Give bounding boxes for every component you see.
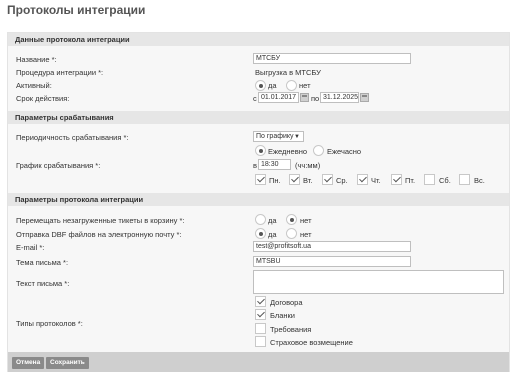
move-yes-label: да xyxy=(268,216,277,225)
procedure-label: Процедура интеграции *: xyxy=(16,68,104,77)
from-prefix: с xyxy=(253,94,257,103)
send-yes-radio[interactable] xyxy=(255,228,266,239)
type-checkbox-contracts[interactable] xyxy=(255,296,266,307)
type-label: Бланки xyxy=(270,311,295,320)
periodicity-value: По графику xyxy=(256,133,294,140)
name-input[interactable]: МТСБУ xyxy=(253,53,411,64)
to-prefix: по xyxy=(311,94,320,103)
daily-label: Ежедневно xyxy=(268,147,308,156)
day-label: Чт. xyxy=(371,176,381,185)
at-prefix: в xyxy=(253,161,257,170)
send-no-label: нет xyxy=(300,230,312,239)
move-no-label: нет xyxy=(300,216,312,225)
active-yes-label: да xyxy=(268,81,277,90)
type-label: Договора xyxy=(270,298,303,307)
active-no-radio[interactable] xyxy=(286,80,297,91)
email-label: E-mail *: xyxy=(16,243,45,252)
type-label: Требования xyxy=(270,325,312,334)
name-label: Название *: xyxy=(16,55,57,64)
page-title: Протоколы интеграции xyxy=(7,3,146,17)
weekly-radio[interactable] xyxy=(313,145,324,156)
send-yes-label: да xyxy=(268,230,277,239)
calendar-icon[interactable] xyxy=(360,93,369,102)
weekly-label: Ежечасно xyxy=(327,147,362,156)
type-checkbox-claims[interactable] xyxy=(255,323,266,334)
periodicity-label: Периодичность срабатывания *: xyxy=(16,133,129,142)
day-label: Ср. xyxy=(336,176,348,185)
subject-input[interactable]: MTSBU xyxy=(253,256,411,267)
move-yes-radio[interactable] xyxy=(255,214,266,225)
type-checkbox-compensation[interactable] xyxy=(255,336,266,347)
type-label: Страховое возмещение xyxy=(270,338,353,347)
periodicity-select[interactable]: По графику ▼ xyxy=(253,131,304,142)
active-label: Активный: xyxy=(16,81,52,90)
day-checkbox-wed[interactable] xyxy=(322,174,333,185)
day-checkbox-thu[interactable] xyxy=(357,174,368,185)
active-no-label: нет xyxy=(299,81,311,90)
day-checkbox-sat[interactable] xyxy=(424,174,435,185)
subject-label: Тема письма *: xyxy=(16,258,69,267)
date-from-input[interactable]: 01.01.2017 xyxy=(258,92,299,103)
active-yes-radio[interactable] xyxy=(255,80,266,91)
day-label: Вт. xyxy=(303,176,313,185)
day-checkbox-fri[interactable] xyxy=(391,174,402,185)
daily-radio[interactable] xyxy=(255,145,266,156)
send-no-radio[interactable] xyxy=(286,228,297,239)
section-header-params: Параметры протокола интеграции xyxy=(8,193,509,206)
day-checkbox-sun[interactable] xyxy=(459,174,470,185)
day-label: Пт. xyxy=(405,176,416,185)
cancel-button[interactable]: Отмена xyxy=(12,357,45,369)
calendar-icon[interactable] xyxy=(300,93,309,102)
move-no-radio[interactable] xyxy=(286,214,297,225)
types-label: Типы протоколов *: xyxy=(16,319,83,328)
type-checkbox-blanks[interactable] xyxy=(255,309,266,320)
day-label: Сб. xyxy=(439,176,451,185)
send-label: Отправка DBF файлов на электронную почту… xyxy=(16,230,182,239)
email-input[interactable]: test@profitsoft.ua xyxy=(253,241,411,252)
validity-label: Срок действия: xyxy=(16,94,70,103)
day-checkbox-mon[interactable] xyxy=(255,174,266,185)
date-to-input[interactable]: 31.12.2025 xyxy=(320,92,359,103)
day-label: Вс. xyxy=(474,176,485,185)
save-button[interactable]: Сохранить xyxy=(46,357,89,369)
chevron-down-icon: ▼ xyxy=(294,134,300,140)
day-checkbox-tue[interactable] xyxy=(289,174,300,185)
move-label: Перемещать незагруженные тикеты в корзин… xyxy=(16,216,185,225)
body-label: Текст письма *: xyxy=(16,279,70,288)
time-input[interactable]: 18:30 xyxy=(258,159,291,170)
time-format: (чч:мм) xyxy=(295,161,321,170)
day-label: Пн. xyxy=(269,176,281,185)
body-textarea[interactable] xyxy=(253,270,504,294)
section-header-data: Данные протокола интеграции xyxy=(8,33,509,46)
procedure-value: Выгрузка в МТСБУ xyxy=(255,68,321,77)
schedule-label: График срабатывания *: xyxy=(16,161,101,170)
section-header-trigger: Параметры срабатывания xyxy=(8,111,509,124)
